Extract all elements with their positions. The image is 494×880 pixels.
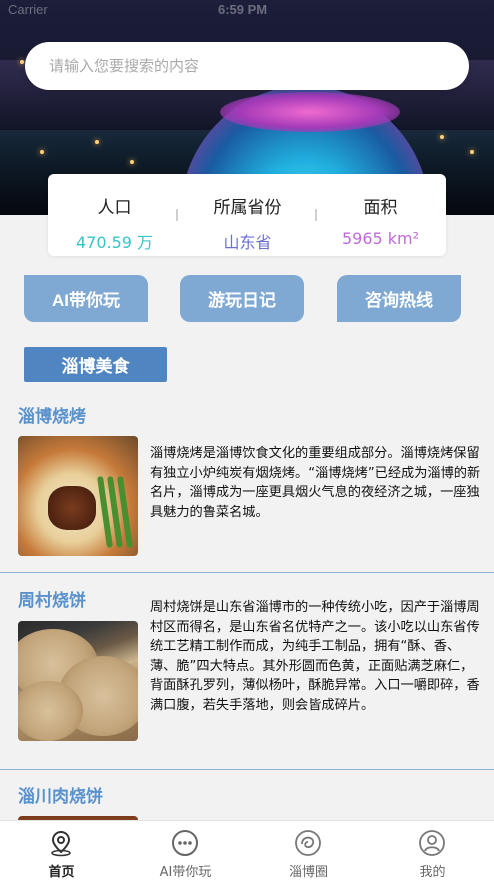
food-image — [18, 436, 138, 556]
tab-zibo-circle[interactable]: 淄博圈 — [247, 821, 370, 880]
location-pin-icon — [51, 830, 71, 857]
stat-value: 5965 km² — [341, 229, 420, 248]
clock: 6:59 PM — [218, 2, 268, 17]
stat-label: 所属省份 — [213, 198, 282, 218]
travel-diary-button[interactable]: 游玩日记 — [180, 275, 304, 322]
tab-label: 淄博圈 — [288, 865, 328, 880]
city-light — [20, 60, 24, 64]
stat-label: 人口 — [97, 198, 132, 218]
food-image — [18, 621, 138, 741]
carrier-label: Carrier — [8, 2, 48, 17]
food-description: 周村烧饼是山东省淄博市的一种传统小吃，因产于淄博周村区而得名，是山东省名优特产之… — [150, 600, 480, 713]
stat-label: 面积 — [363, 198, 398, 218]
city-light — [440, 135, 444, 139]
tab-zibo-food[interactable]: 淄博美食 — [24, 347, 167, 382]
circle-swirl-icon — [295, 830, 321, 856]
stat-province: 所属省份 山东省 — [181, 174, 314, 256]
tab-label: 我的 — [419, 865, 446, 880]
chat-dots-icon — [172, 830, 198, 856]
search-input[interactable] — [49, 54, 449, 78]
list-item[interactable]: 周村烧饼 周村烧饼是山东省淄博市的一种传统小吃，因产于淄博周村区而得名，是山东省… — [0, 573, 494, 770]
hotline-button[interactable]: 咨询热线 — [337, 275, 461, 322]
city-light — [470, 150, 474, 154]
stadium-roof — [220, 92, 400, 132]
city-stats-card: 人口 470.59 万 所属省份 山东省 面积 5965 km² — [48, 174, 446, 256]
stat-value: 山东省 — [223, 233, 272, 252]
list-item[interactable]: 淄博烧烤 淄博烧烤是淄博饮食文化的重要组成部分。淄博烧烤保留有独立小炉纯炭有烟烧… — [0, 390, 494, 573]
sesame-cake — [18, 681, 83, 741]
search-bar[interactable] — [25, 42, 469, 90]
bottom-tab-bar: 首页 AI带你玩 淄博圈 我的 — [0, 820, 494, 880]
tab-label: 首页 — [48, 865, 75, 880]
stat-population: 人口 470.59 万 — [48, 174, 181, 256]
tab-ai-guide[interactable]: AI带你玩 — [124, 821, 247, 880]
tab-home[interactable]: 首页 — [0, 821, 123, 880]
status-bar: Carrier 6:59 PM — [0, 0, 494, 20]
stat-value: 470.59 万 — [75, 233, 154, 252]
city-light — [95, 140, 99, 144]
user-icon — [419, 830, 445, 856]
city-light — [130, 160, 134, 164]
city-light — [40, 150, 44, 154]
food-list[interactable]: 淄博烧烤 淄博烧烤是淄博饮食文化的重要组成部分。淄博烧烤保留有独立小炉纯炭有烟烧… — [0, 390, 494, 820]
tab-mine[interactable]: 我的 — [371, 821, 494, 880]
food-description: 淄博烧烤是淄博饮食文化的重要组成部分。淄博烧烤保留有独立小炉纯炭有烟烧烤。“淄博… — [150, 446, 481, 520]
stat-area: 面积 5965 km² — [314, 174, 447, 256]
food-title: 周村烧饼 — [18, 591, 86, 611]
food-title: 淄博烧烤 — [18, 407, 86, 427]
food-title: 淄川肉烧饼 — [18, 787, 103, 807]
divider — [176, 209, 178, 221]
ai-guide-button[interactable]: AI带你玩 — [24, 275, 148, 322]
bbq-meat — [48, 486, 96, 530]
list-item[interactable]: 淄川肉烧饼 — [0, 770, 494, 820]
tab-label: AI带你玩 — [159, 865, 212, 880]
